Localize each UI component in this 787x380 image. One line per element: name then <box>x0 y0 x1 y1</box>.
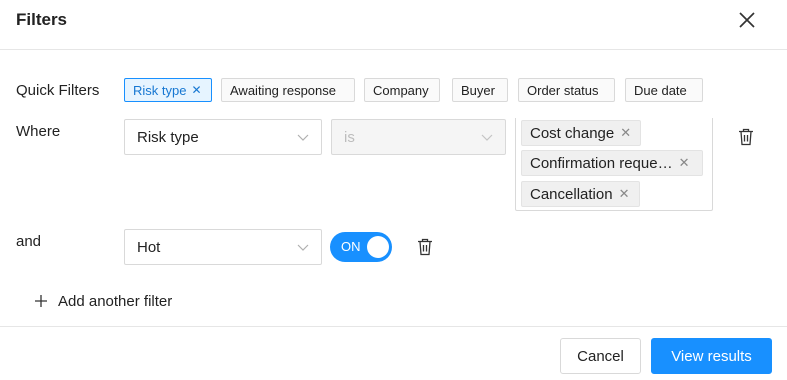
field-select[interactable]: Hot <box>124 229 322 265</box>
dialog-header: Filters <box>0 0 787 50</box>
close-icon <box>739 12 755 28</box>
value-tag: Confirmation reque… ✕ <box>521 150 703 176</box>
chip-label: Risk type <box>133 82 187 98</box>
close-icon[interactable]: ✕ <box>620 125 631 141</box>
add-filter-button[interactable]: Add another filter <box>34 290 172 312</box>
close-icon[interactable]: ✕ <box>679 155 690 171</box>
chip-label: Awaiting response <box>230 82 336 98</box>
plus-icon <box>35 295 47 307</box>
field-select-value: Hot <box>137 238 161 256</box>
chip-label: Due date <box>634 82 687 98</box>
cancel-button[interactable]: Cancel <box>560 338 641 374</box>
dialog-title: Filters <box>16 10 68 29</box>
field-select-value: Risk type <box>137 128 199 146</box>
trash-icon <box>418 238 432 256</box>
toggle-label: ON <box>341 239 361 254</box>
value-tag: Cost change ✕ <box>521 120 641 146</box>
field-select[interactable]: Risk type <box>124 119 322 155</box>
chip-label: Order status <box>527 82 599 98</box>
view-results-button[interactable]: View results <box>651 338 772 374</box>
operator-select-value: is <box>344 128 355 146</box>
chip-label: Buyer <box>461 82 495 98</box>
quick-filter-company[interactable]: Company <box>364 78 440 102</box>
chip-label: Company <box>373 82 429 98</box>
chevron-down-icon <box>297 244 309 251</box>
close-icon[interactable]: ✕ <box>191 83 201 97</box>
close-icon[interactable]: ✕ <box>619 186 630 202</box>
quick-filter-awaiting-response[interactable]: Awaiting response <box>221 78 355 102</box>
and-label: and <box>16 233 42 250</box>
trash-icon <box>739 128 753 146</box>
hot-toggle[interactable]: ON <box>330 232 392 262</box>
quick-filter-order-status[interactable]: Order status <box>518 78 615 102</box>
quick-filters-label: Quick Filters <box>16 82 100 99</box>
quick-filter-buyer[interactable]: Buyer <box>452 78 508 102</box>
quick-filter-risk-type[interactable]: Risk type ✕ <box>124 78 212 102</box>
value-tag-label: Cost change <box>530 124 615 142</box>
quick-filter-due-date[interactable]: Due date <box>625 78 703 102</box>
chevron-down-icon <box>297 134 309 141</box>
chevron-down-icon <box>481 134 493 141</box>
toggle-knob <box>367 236 389 258</box>
delete-filter-button[interactable] <box>738 128 754 146</box>
value-tag: Cancellation ✕ <box>521 181 640 207</box>
value-tag-label: Cancellation <box>530 185 613 203</box>
operator-select: is <box>331 119 506 155</box>
where-label: Where <box>16 123 61 140</box>
delete-filter-button[interactable] <box>417 238 433 256</box>
close-button[interactable] <box>735 8 759 32</box>
value-tag-label: Confirmation reque… <box>530 154 673 172</box>
add-filter-label: Add another filter <box>58 292 173 310</box>
